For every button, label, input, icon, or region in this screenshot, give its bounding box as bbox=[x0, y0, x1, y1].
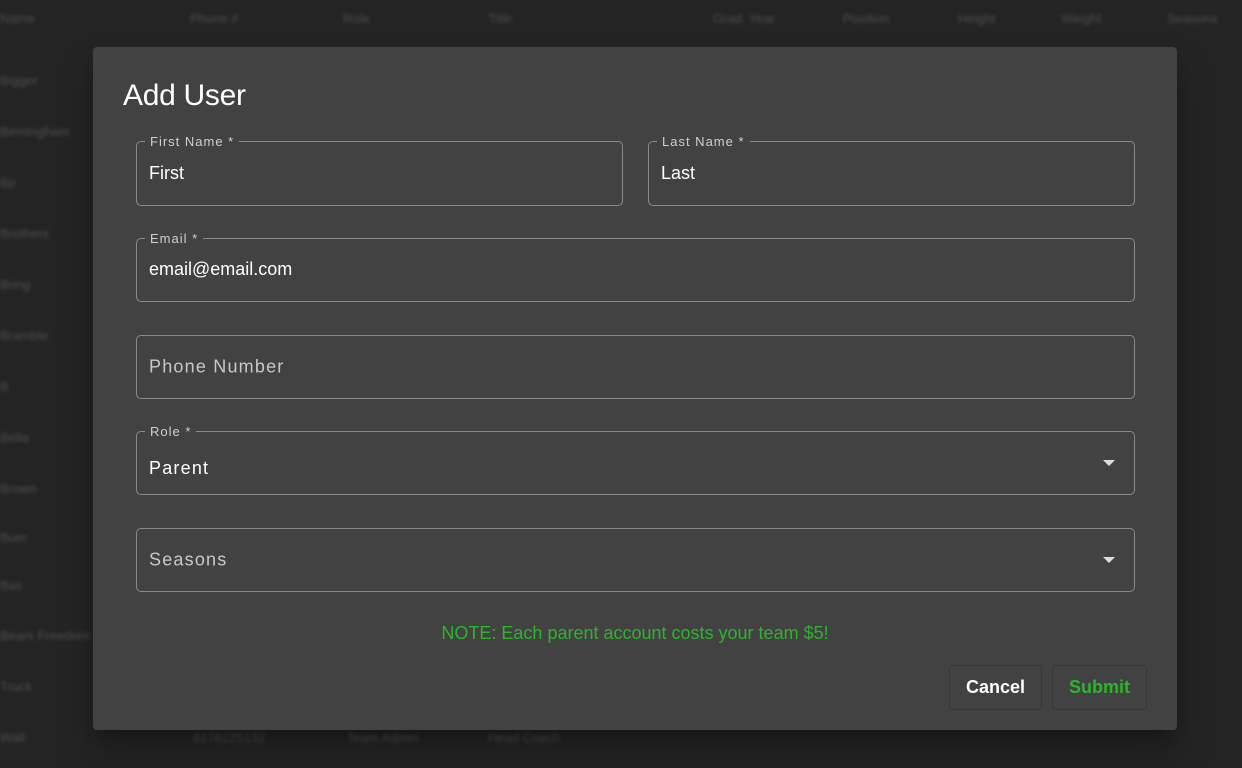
phone-number-placeholder: Phone Number bbox=[149, 356, 285, 377]
caret-down-icon[interactable] bbox=[1103, 460, 1115, 466]
table-cell: Bella bbox=[0, 430, 29, 445]
add-user-dialog: Add User First Name * First Last Name * … bbox=[93, 47, 1177, 730]
last-name-field[interactable]: Last Name * Last bbox=[648, 134, 1135, 206]
table-row: 8176225132 Team Admin Head Coach bbox=[0, 730, 1242, 750]
column-header: Title bbox=[488, 11, 513, 26]
phone-number-field[interactable]: Phone Number bbox=[136, 335, 1135, 399]
table-cell: Bears Freedom bbox=[0, 628, 90, 643]
first-name-label: First Name * bbox=[145, 134, 240, 149]
table-cell: Brown bbox=[0, 481, 37, 496]
last-name-label: Last Name * bbox=[657, 134, 750, 149]
table-cell: Boer bbox=[0, 530, 28, 545]
dialog-title: Add User bbox=[123, 79, 246, 112]
role-select[interactable]: Role * Parent bbox=[136, 424, 1135, 495]
parent-cost-note: NOTE: Each parent account costs your tea… bbox=[441, 623, 829, 643]
table-cell: Bp bbox=[0, 175, 16, 190]
submit-button[interactable]: Submit bbox=[1052, 665, 1147, 710]
table-cell: Bas bbox=[0, 578, 23, 593]
column-header: Seasons bbox=[1167, 11, 1218, 26]
table-cell: Truck bbox=[0, 679, 33, 694]
users-table-header: Name Phone # Role Title Grad. Year Posit… bbox=[0, 11, 1242, 31]
seasons-select[interactable]: Seasons bbox=[136, 528, 1135, 592]
seasons-placeholder: Seasons bbox=[149, 549, 228, 570]
table-cell: 8176225132 bbox=[193, 730, 266, 745]
email-label: Email * bbox=[145, 231, 204, 246]
role-value: Parent bbox=[149, 458, 210, 478]
role-label: Role * bbox=[145, 424, 197, 439]
last-name-value: Last bbox=[661, 163, 696, 183]
column-header: Height bbox=[958, 11, 996, 26]
email-value: email@email.com bbox=[149, 259, 293, 279]
table-cell: Birmingham bbox=[0, 124, 70, 139]
email-field[interactable]: Email * email@email.com bbox=[136, 231, 1135, 302]
column-header: Name bbox=[0, 11, 35, 26]
column-header: Grad. Year bbox=[713, 11, 776, 26]
column-header: Weight bbox=[1061, 11, 1102, 26]
table-cell: Bring bbox=[0, 277, 31, 292]
table-cell: Bramble bbox=[0, 328, 49, 343]
column-header: Position bbox=[843, 11, 890, 26]
first-name-value: First bbox=[149, 163, 184, 183]
table-cell: Bigger bbox=[0, 73, 38, 88]
first-name-field[interactable]: First Name * First bbox=[136, 134, 623, 206]
cancel-button[interactable]: Cancel bbox=[949, 665, 1042, 710]
table-cell: Brothers bbox=[0, 226, 50, 241]
table-cell: Team Admin bbox=[347, 730, 419, 745]
table-cell: Head Coach bbox=[488, 730, 561, 745]
column-header: Role bbox=[343, 11, 370, 26]
column-header: Phone # bbox=[190, 11, 239, 26]
caret-down-icon[interactable] bbox=[1103, 557, 1115, 563]
table-cell: B bbox=[0, 379, 9, 394]
